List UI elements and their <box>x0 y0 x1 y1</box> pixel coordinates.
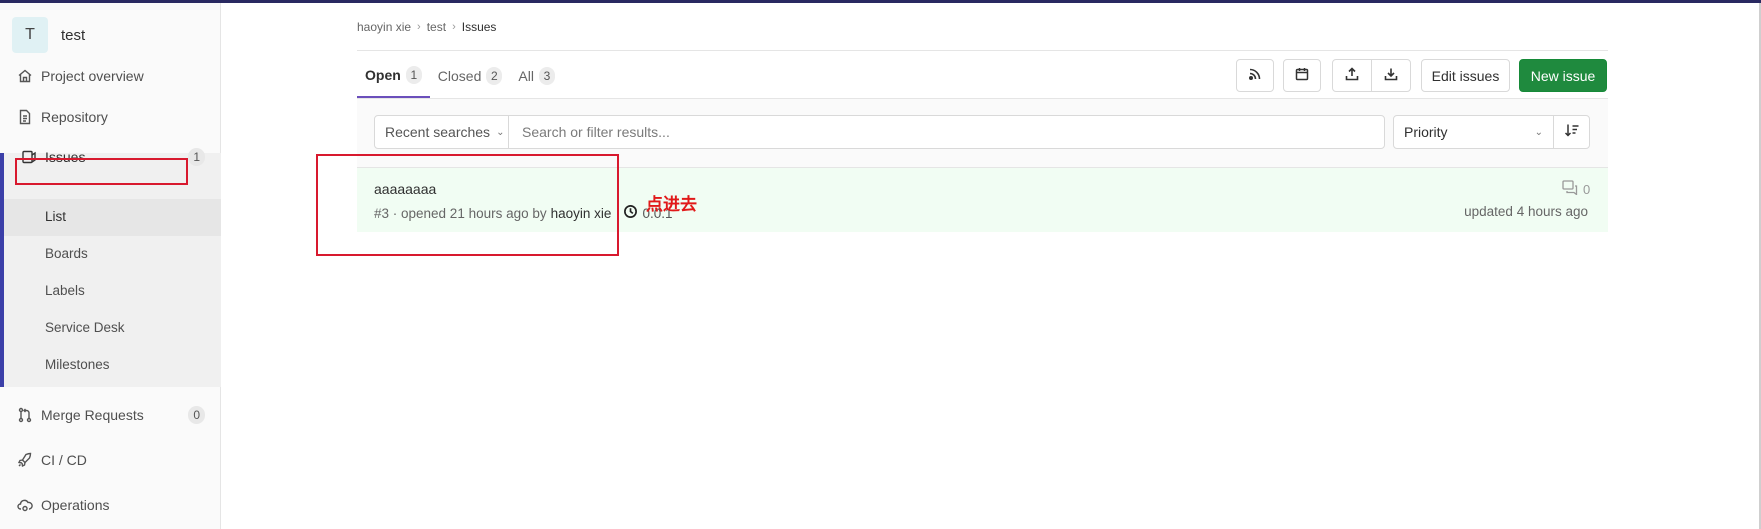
sidebar-subitem-service-desk[interactable]: Service Desk <box>45 320 125 335</box>
tab-all[interactable]: All 3 <box>510 54 563 98</box>
sort-lowest-icon <box>1564 122 1580 143</box>
tab-label: Open <box>365 67 401 83</box>
sidebar-item-repository[interactable]: Repository <box>0 95 221 139</box>
issue-updated-time: updated 4 hours ago <box>1464 204 1588 219</box>
rss-icon <box>1247 66 1263 85</box>
git-merge-icon <box>17 407 33 423</box>
sidebar-item-ci-cd[interactable]: CI / CD <box>0 438 221 482</box>
upload-icon <box>1344 66 1360 85</box>
sort-direction-button[interactable] <box>1553 115 1590 149</box>
import-button[interactable] <box>1371 59 1411 92</box>
search-input[interactable] <box>508 115 1385 149</box>
rss-feed-button[interactable] <box>1236 59 1274 92</box>
breadcrumb-user[interactable]: haoyin xie <box>357 20 411 34</box>
top-bar <box>0 0 1761 3</box>
tab-open[interactable]: Open 1 <box>357 54 430 98</box>
issue-state-tabs: Open 1 Closed 2 All 3 <box>357 54 563 98</box>
chevron-right-icon: › <box>452 21 456 33</box>
chevron-down-icon: ⌄ <box>496 126 505 138</box>
tab-count-badge: 3 <box>538 67 555 85</box>
breadcrumb: haoyin xie › test › Issues <box>357 20 496 34</box>
chevron-down-icon: ⌄ <box>1534 126 1543 138</box>
export-button[interactable] <box>1332 59 1372 92</box>
issues-group: Issues 1 List Boards Labels Service Desk… <box>0 148 221 387</box>
sidebar-item-label: Operations <box>41 497 110 513</box>
tab-label: Closed <box>437 68 482 84</box>
tab-count-badge: 2 <box>486 67 503 85</box>
issues-count-badge: 1 <box>188 148 205 166</box>
home-icon <box>17 68 33 84</box>
sidebar-item-label: Project overview <box>41 68 144 84</box>
issue-comments[interactable]: 0 <box>1562 180 1590 198</box>
sidebar-item-label: Repository <box>41 109 108 125</box>
merge-requests-count-badge: 0 <box>188 406 205 424</box>
sidebar-item-project-overview[interactable]: Project overview <box>0 54 221 98</box>
download-icon <box>1383 66 1399 85</box>
sidebar-item-operations[interactable]: Operations <box>0 483 221 527</box>
project-header[interactable]: T test <box>12 15 85 55</box>
comments-count: 0 <box>1583 181 1591 197</box>
sidebar: T test Project overview Repository Issue… <box>0 3 221 529</box>
tab-label: All <box>518 68 534 84</box>
edit-issues-button[interactable]: Edit issues <box>1421 59 1510 92</box>
sidebar-item-label: CI / CD <box>41 452 87 468</box>
sidebar-item-label: Merge Requests <box>41 407 144 423</box>
divider <box>357 50 1608 51</box>
annotation-label: 点进去 <box>646 195 697 215</box>
active-sub-highlight <box>4 199 221 236</box>
recent-searches-label: Recent searches <box>385 124 491 140</box>
new-issue-button[interactable]: New issue <box>1519 59 1607 92</box>
comments-icon <box>1562 180 1583 198</box>
tab-count-badge: 1 <box>405 66 422 84</box>
tab-closed[interactable]: Closed 2 <box>430 54 511 98</box>
cloud-gear-icon <box>17 497 33 513</box>
recent-searches-dropdown[interactable]: Recent searches ⌄ <box>374 115 509 149</box>
sort-dropdown[interactable]: Priority ⌄ <box>1393 115 1554 149</box>
sidebar-subitem-labels[interactable]: Labels <box>45 283 85 298</box>
sort-label: Priority <box>1404 124 1448 140</box>
calendar-feed-button[interactable] <box>1283 59 1321 92</box>
rocket-icon <box>17 452 33 468</box>
chevron-right-icon: › <box>417 21 421 33</box>
sidebar-item-merge-requests[interactable]: Merge Requests 0 <box>0 393 221 437</box>
red-highlight-box-issues <box>15 158 188 185</box>
document-icon <box>17 109 33 125</box>
red-highlight-box-issue <box>316 154 619 256</box>
sidebar-subitem-list[interactable]: List <box>45 209 66 224</box>
sidebar-subitem-boards[interactable]: Boards <box>45 246 88 261</box>
project-name[interactable]: test <box>61 27 85 44</box>
clock-icon <box>623 204 642 222</box>
sidebar-subitem-milestones[interactable]: Milestones <box>45 357 110 372</box>
breadcrumb-project[interactable]: test <box>427 20 446 34</box>
calendar-icon <box>1294 66 1310 85</box>
breadcrumb-current[interactable]: Issues <box>462 20 497 34</box>
project-avatar[interactable]: T <box>12 17 48 53</box>
